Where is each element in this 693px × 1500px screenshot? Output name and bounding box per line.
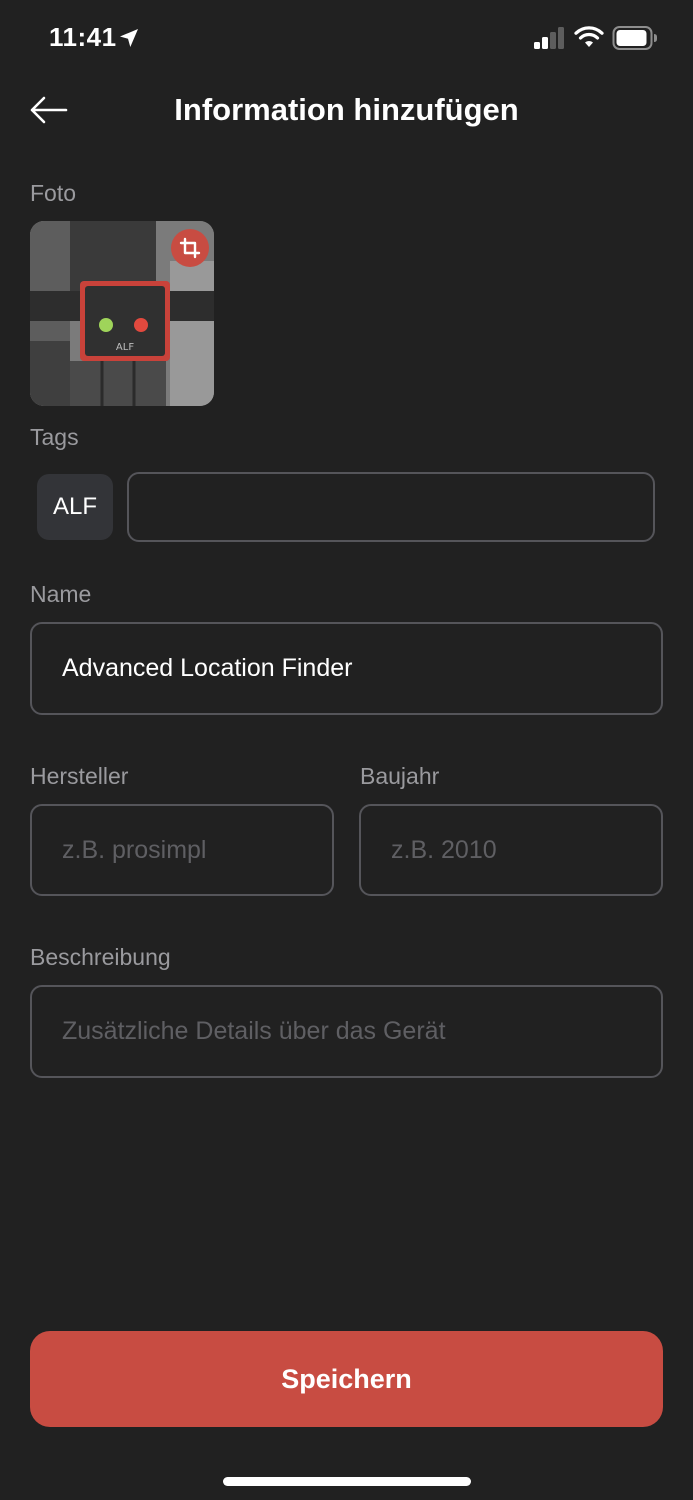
home-indicator[interactable] xyxy=(223,1477,471,1486)
wifi-icon xyxy=(574,26,604,47)
tag-input[interactable] xyxy=(127,472,655,542)
name-field[interactable]: Advanced Location Finder xyxy=(30,622,663,715)
manufacturer-placeholder: z.B. prosimpl xyxy=(62,835,207,864)
tags-label: Tags xyxy=(30,424,79,450)
name-label: Name xyxy=(30,581,92,607)
battery-icon xyxy=(612,26,657,50)
year-label: Baujahr xyxy=(360,763,440,789)
crop-icon xyxy=(179,237,201,259)
save-button[interactable]: Speichern xyxy=(30,1331,663,1427)
photo-label: Foto xyxy=(30,180,77,206)
description-label: Beschreibung xyxy=(30,944,171,970)
description-field[interactable]: Zusätzliche Details über das Gerät xyxy=(30,985,663,1078)
location-arrow-icon xyxy=(120,29,138,47)
crop-button[interactable] xyxy=(171,229,209,267)
manufacturer-field[interactable]: z.B. prosimpl xyxy=(30,804,334,896)
cellular-signal-icon xyxy=(534,27,564,49)
description-placeholder: Zusätzliche Details über das Gerät xyxy=(62,1017,446,1045)
year-field[interactable]: z.B. 2010 xyxy=(359,804,663,896)
name-value: Advanced Location Finder xyxy=(62,654,353,682)
tag-chip[interactable]: ALF xyxy=(37,474,113,540)
status-bar: 11:41 xyxy=(0,0,693,76)
year-placeholder: z.B. 2010 xyxy=(391,835,497,864)
status-time: 11:41 xyxy=(49,22,117,52)
page-title: Information hinzufügen xyxy=(174,92,519,127)
add-information-screen: 11:41 Information hinzufügen Foto ALF Ta… xyxy=(0,0,693,1500)
device-photo-text: ALF xyxy=(116,342,134,353)
manufacturer-label: Hersteller xyxy=(30,763,129,789)
